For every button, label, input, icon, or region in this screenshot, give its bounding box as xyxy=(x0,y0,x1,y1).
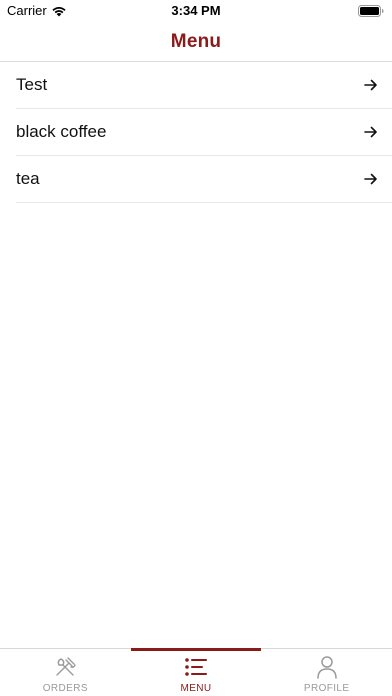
status-time: 3:34 PM xyxy=(171,3,221,18)
tab-profile[interactable]: PROFILE xyxy=(261,649,392,696)
arrow-right-icon xyxy=(364,125,378,139)
tab-orders[interactable]: ORDERS xyxy=(0,649,131,696)
list-item-label: black coffee xyxy=(16,122,107,141)
status-bar: Carrier 3:34 PM xyxy=(0,0,392,22)
list-item-label: Test xyxy=(16,75,48,94)
menu-list: Test black coffee tea xyxy=(16,62,392,203)
page-title: Menu xyxy=(170,30,222,52)
battery-icon xyxy=(358,4,384,22)
list-item[interactable]: black coffee xyxy=(16,109,392,156)
tab-profile-label: PROFILE xyxy=(303,683,350,694)
arrow-right-icon xyxy=(364,78,378,92)
tab-menu[interactable]: MENU xyxy=(131,649,262,696)
list-item[interactable]: tea xyxy=(16,156,392,203)
tab-menu-label: MENU xyxy=(180,683,212,694)
tab-orders-label: ORDERS xyxy=(42,683,88,694)
fork-knife-icon xyxy=(53,655,77,679)
list-item-label: tea xyxy=(16,169,40,188)
nav-bar: Menu xyxy=(0,22,392,62)
person-icon xyxy=(315,655,339,679)
arrow-right-icon xyxy=(364,172,378,186)
active-tab-indicator xyxy=(131,648,261,651)
app-screen: Carrier 3:34 PM Menu Test black coffee t… xyxy=(0,0,392,696)
menu-list-icon xyxy=(184,655,208,679)
list-item[interactable]: Test xyxy=(16,62,392,109)
tab-bar: ORDERS MENU PROFILE xyxy=(0,648,392,696)
